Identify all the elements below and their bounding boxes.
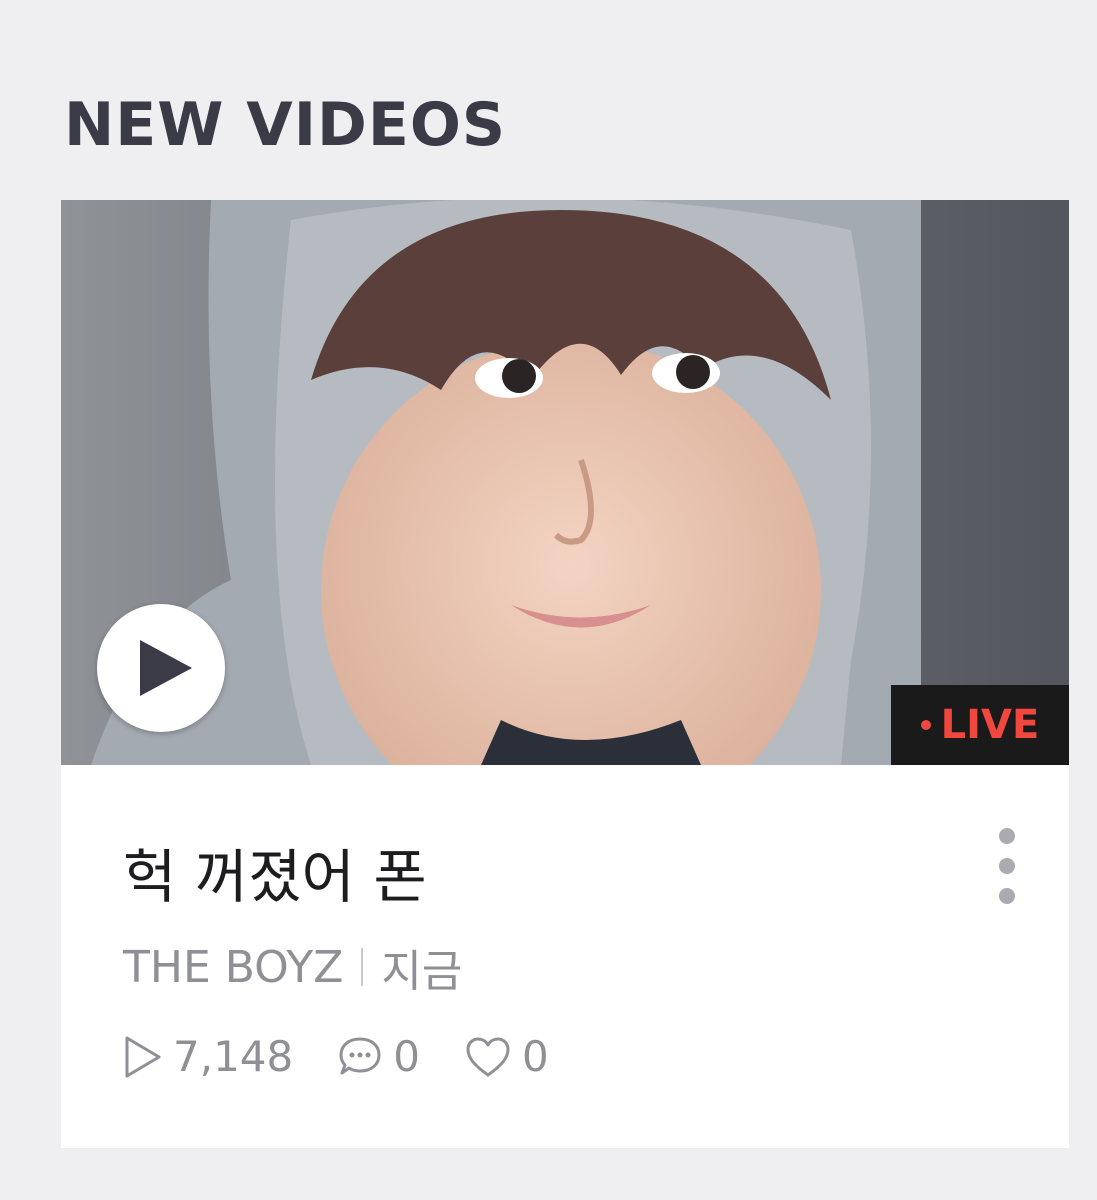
play-outline-icon [125, 1036, 161, 1077]
live-dot-icon [920, 720, 931, 730]
views-stat: 7,148 [123, 1032, 293, 1081]
likes-count: 0 [521, 1032, 549, 1081]
video-meta: THE BOYZ 지금 [123, 935, 462, 999]
comments-stat[interactable]: 0 [337, 1032, 420, 1081]
live-label: LIVE [940, 702, 1040, 748]
video-title[interactable]: 헉 꺼졌어 폰 [123, 830, 427, 914]
views-count: 7,148 [173, 1032, 294, 1081]
comment-icon [339, 1037, 381, 1074]
video-card[interactable]: LIVE 헉 꺼졌어 폰 THE BOYZ 지금 7,148 0 0 [61, 200, 1069, 1148]
more-dot [999, 888, 1015, 904]
heart-icon [466, 1037, 510, 1076]
likes-stat[interactable]: 0 [464, 1032, 549, 1081]
publish-time: 지금 [381, 946, 463, 997]
more-options-button[interactable] [991, 828, 1023, 904]
video-stats: 7,148 0 0 [123, 1032, 593, 1081]
video-thumbnail[interactable]: LIVE [61, 200, 1069, 765]
comments-count: 0 [393, 1032, 420, 1081]
play-button[interactable] [97, 604, 225, 732]
meta-divider [361, 948, 364, 986]
section-title: NEW VIDEOS [64, 90, 507, 160]
more-dot [999, 858, 1015, 874]
channel-name[interactable]: THE BOYZ [123, 942, 343, 993]
live-badge: LIVE [891, 685, 1069, 765]
play-icon [140, 640, 192, 696]
more-vertical-icon [999, 828, 1015, 844]
